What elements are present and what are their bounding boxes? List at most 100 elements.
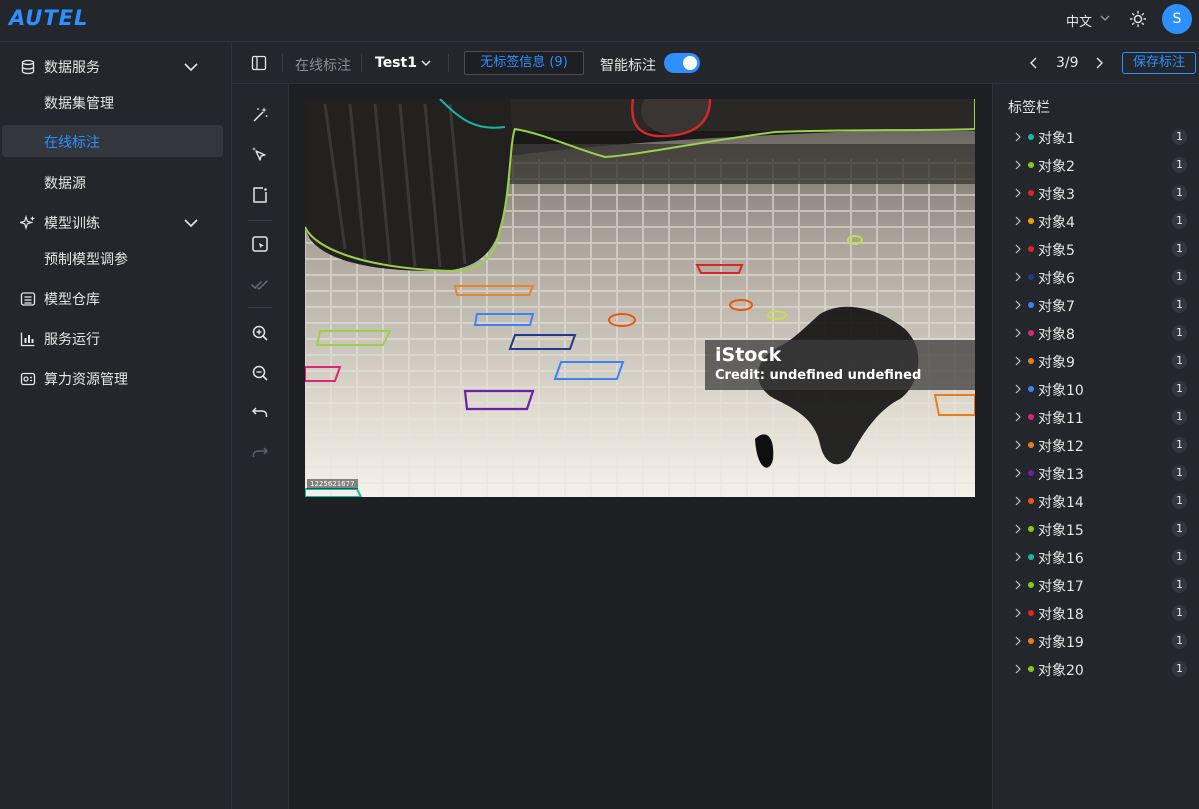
object-row[interactable]: 对象10 1	[993, 375, 1199, 403]
chevron-down-icon[interactable]	[419, 56, 433, 70]
chevron-right-icon[interactable]	[1014, 132, 1022, 142]
chevron-right-icon[interactable]	[1014, 636, 1022, 646]
user-avatar[interactable]: S	[1162, 4, 1192, 34]
object-name[interactable]: 对象4	[1038, 212, 1075, 232]
object-name[interactable]: 对象6	[1038, 268, 1075, 288]
object-row[interactable]: 对象17 1	[993, 571, 1199, 599]
chevron-down-icon[interactable]	[1099, 12, 1111, 24]
object-row[interactable]: 对象2 1	[993, 151, 1199, 179]
magic-wand-icon[interactable]	[250, 105, 270, 125]
chevron-right-icon[interactable]	[1092, 55, 1106, 71]
object-row[interactable]: 对象18 1	[993, 599, 1199, 627]
chevron-right-icon[interactable]	[1014, 328, 1022, 338]
object-row[interactable]: 对象15 1	[993, 515, 1199, 543]
sidebar-group-model-training[interactable]: 模型训练	[0, 206, 232, 240]
object-row[interactable]: 对象14 1	[993, 487, 1199, 515]
object-row[interactable]: 对象9 1	[993, 347, 1199, 375]
object-name[interactable]: 对象8	[1038, 324, 1075, 344]
object-name[interactable]: 对象12	[1038, 436, 1084, 456]
object-row[interactable]: 对象7 1	[993, 291, 1199, 319]
sidebar-item-preset-model-tuning[interactable]: 预制模型调参	[0, 242, 232, 274]
zoom-out-icon[interactable]	[250, 363, 270, 383]
divider	[448, 54, 449, 72]
app-logo[interactable]: AUTEL	[9, 6, 88, 30]
language-selector[interactable]: 中文	[1066, 11, 1092, 30]
chevron-down-icon[interactable]	[182, 58, 200, 76]
chevron-right-icon[interactable]	[1014, 524, 1022, 534]
object-row[interactable]: 对象11 1	[993, 403, 1199, 431]
object-name[interactable]: 对象17	[1038, 576, 1084, 596]
sidebar-group-data-services[interactable]: 数据服务	[0, 50, 232, 84]
object-row[interactable]: 对象3 1	[993, 179, 1199, 207]
object-row[interactable]: 对象4 1	[993, 207, 1199, 235]
object-name[interactable]: 对象3	[1038, 184, 1075, 204]
annotation-canvas[interactable]: iStock Credit: undefined undefined 12256…	[290, 84, 991, 809]
divider	[282, 54, 283, 72]
object-name[interactable]: 对象11	[1038, 408, 1084, 428]
object-row[interactable]: 对象13 1	[993, 459, 1199, 487]
sidebar-toggle-icon[interactable]	[251, 55, 267, 71]
sidebar-item-dataset-management[interactable]: 数据集管理	[0, 86, 232, 118]
object-row[interactable]: 对象19 1	[993, 627, 1199, 655]
save-annotation-button[interactable]: 保存标注	[1122, 52, 1196, 74]
sidebar-item-compute-resources[interactable]: 算力资源管理	[0, 362, 232, 396]
chevron-right-icon[interactable]	[1014, 384, 1022, 394]
object-name[interactable]: 对象20	[1038, 660, 1084, 680]
chevron-right-icon[interactable]	[1014, 552, 1022, 562]
object-name[interactable]: 对象18	[1038, 604, 1084, 624]
chevron-right-icon[interactable]	[1014, 608, 1022, 618]
sidebar-item-online-annotation[interactable]: 在线标注	[2, 125, 223, 157]
object-name[interactable]: 对象14	[1038, 492, 1084, 512]
object-name[interactable]: 对象13	[1038, 464, 1084, 484]
sidebar-item-service-run[interactable]: 服务运行	[0, 322, 232, 356]
chevron-right-icon[interactable]	[1014, 496, 1022, 506]
no-label-info-button[interactable]: 无标签信息 (9)	[464, 51, 584, 75]
object-name[interactable]: 对象10	[1038, 380, 1084, 400]
dataset-selector[interactable]: Test1	[375, 55, 417, 71]
chevron-right-icon[interactable]	[1014, 664, 1022, 674]
smart-select-icon[interactable]	[250, 145, 270, 165]
chevron-right-icon[interactable]	[1014, 580, 1022, 590]
object-name[interactable]: 对象7	[1038, 296, 1075, 316]
chevron-right-icon[interactable]	[1014, 440, 1022, 450]
undo-icon[interactable]	[250, 403, 270, 423]
object-name[interactable]: 对象16	[1038, 548, 1084, 568]
object-row[interactable]: 对象16 1	[993, 543, 1199, 571]
annotate-box-icon[interactable]	[250, 234, 270, 254]
double-check-icon	[250, 274, 270, 294]
sidebar-item-model-repository[interactable]: 模型仓库	[0, 282, 232, 316]
object-color-dot	[1028, 190, 1034, 196]
object-name[interactable]: 对象9	[1038, 352, 1075, 372]
annotated-image[interactable]: iStock Credit: undefined undefined 12256…	[305, 99, 975, 497]
object-row[interactable]: 对象5 1	[993, 235, 1199, 263]
breadcrumb-parent[interactable]: 在线标注	[295, 55, 351, 75]
object-row[interactable]: 对象12 1	[993, 431, 1199, 459]
object-row[interactable]: 对象20 1	[993, 655, 1199, 683]
object-color-dot	[1028, 498, 1034, 504]
sidebar-item-data-source[interactable]: 数据源	[0, 166, 232, 198]
object-name[interactable]: 对象15	[1038, 520, 1084, 540]
object-row[interactable]: 对象1 1	[993, 123, 1199, 151]
chevron-right-icon[interactable]	[1014, 412, 1022, 422]
chevron-down-icon[interactable]	[182, 214, 200, 232]
object-name[interactable]: 对象1	[1038, 128, 1075, 148]
smart-annotation-toggle[interactable]	[664, 53, 700, 73]
zoom-in-icon[interactable]	[250, 323, 270, 343]
object-name[interactable]: 对象2	[1038, 156, 1075, 176]
object-name[interactable]: 对象5	[1038, 240, 1075, 260]
chevron-right-icon[interactable]	[1014, 300, 1022, 310]
polygon-icon[interactable]	[250, 185, 270, 205]
object-color-dot	[1028, 610, 1034, 616]
chevron-right-icon[interactable]	[1014, 188, 1022, 198]
chevron-left-icon[interactable]	[1027, 55, 1041, 71]
chevron-right-icon[interactable]	[1014, 468, 1022, 478]
chevron-right-icon[interactable]	[1014, 356, 1022, 366]
object-row[interactable]: 对象6 1	[993, 263, 1199, 291]
chevron-right-icon[interactable]	[1014, 244, 1022, 254]
chevron-right-icon[interactable]	[1014, 272, 1022, 282]
chevron-right-icon[interactable]	[1014, 216, 1022, 226]
object-name[interactable]: 对象19	[1038, 632, 1084, 652]
object-row[interactable]: 对象8 1	[993, 319, 1199, 347]
chevron-right-icon[interactable]	[1014, 160, 1022, 170]
sun-icon[interactable]	[1129, 10, 1147, 28]
